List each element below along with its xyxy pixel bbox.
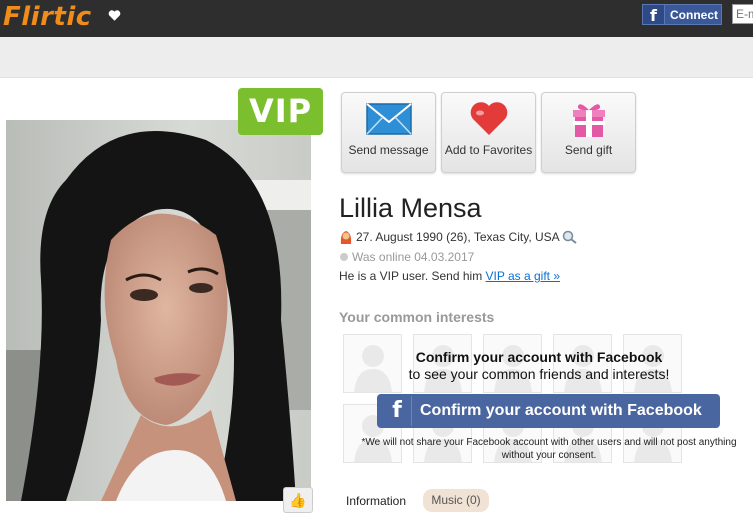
facebook-icon: f bbox=[383, 396, 412, 426]
status-dot-icon bbox=[340, 253, 348, 261]
facebook-icon: f bbox=[643, 5, 665, 25]
search-icon[interactable] bbox=[562, 230, 578, 244]
profile-photo[interactable] bbox=[6, 120, 311, 501]
tab-information[interactable]: Information bbox=[346, 494, 406, 508]
facebook-connect-button[interactable]: f Connect bbox=[642, 4, 722, 25]
send-message-button[interactable]: Send message bbox=[341, 92, 436, 173]
online-status-row: Was online 04.03.2017 bbox=[339, 250, 474, 264]
add-to-favorites-label: Add to Favorites bbox=[444, 143, 533, 157]
like-button[interactable]: 👍 bbox=[283, 487, 313, 513]
vip-gift-text: He is a VIP user. Send him bbox=[339, 269, 483, 283]
profile-name: Lillia Mensa bbox=[339, 193, 482, 223]
confirm-facebook-button-label: Confirm your account with Facebook bbox=[420, 402, 702, 419]
confirm-facebook-subtitle: to see your common friends and interests… bbox=[408, 366, 670, 382]
common-interests-title: Your common interests bbox=[339, 309, 495, 325]
vip-gift-row: He is a VIP user. Send him VIP as a gift… bbox=[339, 269, 560, 283]
facebook-connect-label: Connect bbox=[670, 8, 718, 22]
heart-icon bbox=[108, 10, 121, 21]
send-message-label: Send message bbox=[348, 143, 429, 157]
thumbs-up-icon: 👍 bbox=[289, 492, 307, 508]
send-gift-button[interactable]: Send gift bbox=[541, 92, 636, 173]
facebook-disclaimer: *We will not share your Facebook account… bbox=[361, 437, 737, 461]
birth-info-row: 27. August 1990 (26), Texas City, USA bbox=[339, 229, 578, 244]
vip-badge: VIP bbox=[238, 88, 323, 135]
top-bar: Flirtic f Connect bbox=[0, 0, 753, 37]
logo[interactable]: Flirtic bbox=[3, 2, 92, 32]
nav-bar bbox=[0, 37, 753, 78]
confirm-facebook-button[interactable]: f Confirm your account with Facebook bbox=[377, 394, 720, 428]
vip-gift-link[interactable]: VIP as a gift » bbox=[486, 269, 561, 283]
tab-music[interactable]: Music (0) bbox=[423, 489, 489, 512]
confirm-facebook-title: Confirm your account with Facebook bbox=[415, 349, 663, 365]
envelope-icon bbox=[365, 103, 412, 135]
female-avatar-icon bbox=[340, 231, 352, 244]
send-gift-label: Send gift bbox=[564, 143, 613, 157]
online-status: Was online 04.03.2017 bbox=[352, 250, 475, 264]
heart-icon bbox=[470, 102, 507, 135]
email-field[interactable] bbox=[732, 4, 753, 24]
birth-info: 27. August 1990 (26), Texas City, USA bbox=[356, 230, 560, 244]
gift-icon bbox=[572, 104, 605, 137]
add-to-favorites-button[interactable]: Add to Favorites bbox=[441, 92, 536, 173]
